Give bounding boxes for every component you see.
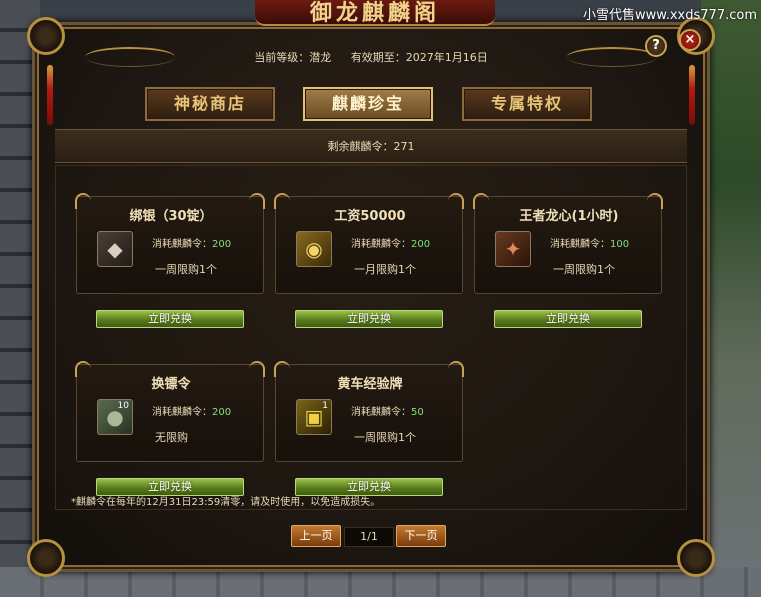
item-cost: 消耗麒麟令：50 xyxy=(351,403,424,418)
cost-label: 消耗麒麟令： xyxy=(351,239,411,250)
pagination: 上一页 1/1 下一页 xyxy=(291,525,451,549)
redeem-button[interactable]: 立即兑换 xyxy=(96,310,244,328)
background-scenery-right xyxy=(701,0,761,597)
item-title: 黄车经验牌 xyxy=(337,377,403,392)
escort-token-icon[interactable]: ● 10 xyxy=(97,399,133,435)
cost-value: 200 xyxy=(212,239,232,250)
tassel-ornament xyxy=(47,65,53,125)
cost-value: 200 xyxy=(212,407,232,418)
dragon-heart-icon[interactable]: ✦ xyxy=(495,231,531,267)
shop-item-card: 换镖令 ● 10 消耗麒麟令：200 无限购 xyxy=(75,361,265,462)
item-title: 绑银（30锭） xyxy=(129,209,213,224)
item-stack-count: 1 xyxy=(322,401,328,411)
item-icon-glyph: ◆ xyxy=(107,237,123,261)
item-title: 工资50000 xyxy=(334,209,406,224)
shop-item-card: 绑银（30锭） ◆ 消耗麒麟令：200 一周限购1个 xyxy=(75,193,265,294)
tab-qilin-treasure[interactable]: 麒麟珍宝 xyxy=(303,87,433,121)
item-purchase-limit: 一周限购1个 xyxy=(354,431,416,444)
prev-page-button[interactable]: 上一页 xyxy=(291,525,341,547)
item-icon-glyph: ▣ xyxy=(304,405,324,429)
tassel-ornament xyxy=(689,65,695,125)
item-title: 王者龙心(1小时) xyxy=(519,209,619,224)
tab-exclusive-privilege[interactable]: 专属特权 xyxy=(462,87,592,121)
item-purchase-limit: 无限购 xyxy=(155,431,188,444)
shop-item-card: 黄车经验牌 ▣ 1 消耗麒麟令：50 一周限购1个 xyxy=(274,361,464,462)
expiry-date-text: 有效期至：2027年1月16日 xyxy=(350,51,488,64)
item-title: 换镖令 xyxy=(151,377,191,392)
shop-item-card: 王者龙心(1小时) ✦ 消耗麒麟令：100 一周限购1个 xyxy=(473,193,663,294)
corner-ornament xyxy=(27,539,65,577)
yellow-cart-exp-icon[interactable]: ▣ 1 xyxy=(296,399,332,435)
redeem-button[interactable]: 立即兑换 xyxy=(295,310,443,328)
item-purchase-limit: 一周限购1个 xyxy=(155,263,217,276)
remaining-tokens-bar: 剩余麒麟令：271 xyxy=(55,129,687,163)
page-indicator: 1/1 xyxy=(344,527,394,547)
item-purchase-limit: 一月限购1个 xyxy=(354,263,416,276)
cost-label: 消耗麒麟令： xyxy=(152,239,212,250)
token-reset-note: *麒麟令在每年的12月31日23:59清零，请及时使用，以免造成损失。 xyxy=(71,497,381,508)
shop-item-grid: 绑银（30锭） ◆ 消耗麒麟令：200 一周限购1个 立即兑换 工资50000 … xyxy=(55,165,687,510)
cost-label: 消耗麒麟令： xyxy=(152,407,212,418)
watermark-text: 小雪代售www.xxds777.com xyxy=(583,8,757,23)
cost-label: 消耗麒麟令： xyxy=(351,407,411,418)
cost-value: 100 xyxy=(610,239,630,250)
item-cost: 消耗麒麟令：200 xyxy=(152,403,231,418)
next-page-button[interactable]: 下一页 xyxy=(396,525,446,547)
corner-ornament xyxy=(677,539,715,577)
remaining-tokens-text: 剩余麒麟令：271 xyxy=(327,140,415,153)
shop-item-card: 工资50000 ◉ 消耗麒麟令：200 一月限购1个 xyxy=(274,193,464,294)
close-button[interactable]: × xyxy=(679,29,701,51)
qilin-pavilion-window: ? × 当前等级：潜龙 有效期至：2027年1月16日 神秘商店 麒麟珍宝 专属… xyxy=(27,17,715,577)
membership-info: 当前等级：潜龙 有效期至：2027年1月16日 xyxy=(35,49,707,65)
salary-gold-icon[interactable]: ◉ xyxy=(296,231,332,267)
item-cost: 消耗麒麟令：200 xyxy=(152,235,231,250)
item-cost: 消耗麒麟令：200 xyxy=(351,235,430,250)
cost-value: 200 xyxy=(411,239,431,250)
current-level-text: 当前等级：潜龙 xyxy=(254,51,332,64)
cost-value: 50 xyxy=(411,407,424,418)
tab-bar: 神秘商店 麒麟珍宝 专属特权 xyxy=(145,87,615,123)
item-purchase-limit: 一周限购1个 xyxy=(553,263,615,276)
window-banner-title: 御龙麒麟阁 xyxy=(255,0,495,26)
redeem-button[interactable]: 立即兑换 xyxy=(494,310,642,328)
item-icon-glyph: ◉ xyxy=(305,237,323,261)
cost-label: 消耗麒麟令： xyxy=(550,239,610,250)
silver-ingot-icon[interactable]: ◆ xyxy=(97,231,133,267)
tab-mystery-shop[interactable]: 神秘商店 xyxy=(145,87,275,121)
item-cost: 消耗麒麟令：100 xyxy=(550,235,629,250)
item-icon-glyph: ✦ xyxy=(504,237,522,261)
item-stack-count: 10 xyxy=(117,401,129,411)
